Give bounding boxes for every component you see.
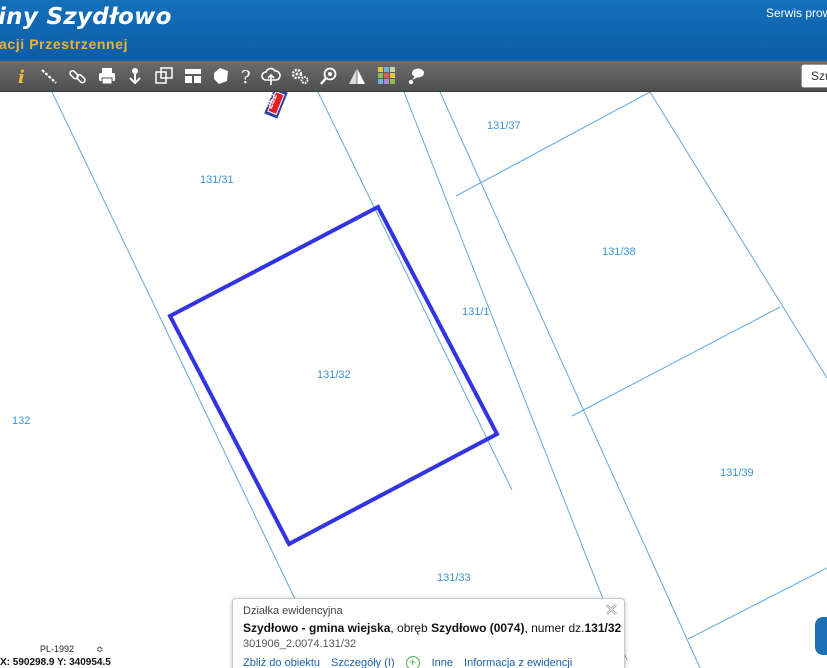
zoom-search-icon[interactable] (318, 65, 340, 87)
download-icon[interactable] (124, 65, 146, 87)
app-subtitle: acji Przestrzennej (0, 36, 129, 52)
parcel-label: 131/37 (487, 120, 521, 132)
panels-icon[interactable] (182, 65, 204, 87)
popup-title: Działka ewidencyjna (243, 605, 343, 617)
settings-icon[interactable] (289, 65, 311, 87)
comment-icon[interactable] (404, 65, 426, 87)
text-segment: , numer dz. (524, 621, 585, 635)
parcel-identifier: 301906_2.0074.131/32 (243, 638, 357, 650)
crs-select[interactable]: PL-1992 (40, 644, 74, 654)
svg-text:i: i (18, 67, 25, 86)
toolbar: i ? Szu (0, 61, 827, 92)
parcel-boundary (51, 92, 329, 668)
details-link[interactable]: Szczegóły (I) (331, 657, 395, 668)
close-icon[interactable] (605, 603, 618, 616)
cursor-coordinates: X: 590298.9 Y: 340954.5 (0, 657, 111, 668)
crs-caret-icon[interactable]: ≎ (96, 644, 104, 655)
parcel-label: 131/33 (437, 572, 471, 584)
header: iny Szydłowo acji Przestrzennej Serwis p… (0, 0, 827, 61)
registry-info-link[interactable]: Informacja z ewidencji (464, 657, 572, 668)
other-link[interactable]: Inne (432, 657, 453, 668)
print-icon[interactable] (96, 65, 118, 87)
search-input[interactable]: Szu (801, 64, 827, 88)
parcel-label: 131/32 (317, 369, 351, 381)
municipality-name: Szydłowo - gmina wiejska (243, 621, 391, 635)
popup-actions: Zbliż do obiektu Szczegóły (I) + Inne In… (243, 656, 614, 668)
service-link[interactable]: Serwis prowa (766, 6, 827, 20)
parcel-description: Szydłowo - gmina wiejska, obręb Szydłowo… (243, 621, 621, 635)
measure-distance-icon[interactable] (38, 65, 60, 87)
area-icon[interactable] (210, 65, 232, 87)
parcel-number: 131/32 (584, 621, 622, 635)
map-canvas[interactable]: 252 131/31 131/37 131/38 131/1 131/32 13… (0, 92, 827, 668)
svg-text:?: ? (241, 67, 251, 86)
cloud-upload-icon[interactable] (260, 65, 282, 87)
parcel-label: 131/39 (720, 467, 754, 479)
parcel-label: 132 (12, 415, 31, 427)
side-panel-button[interactable] (815, 617, 827, 655)
app-title: iny Szydłowo (0, 4, 172, 30)
text-segment: , obręb (390, 621, 432, 635)
feature-info-popup: Działka ewidencyjna Szydłowo - gmina wie… (232, 598, 625, 668)
color-grid-icon[interactable] (376, 65, 398, 87)
parcel-label: 131/31 (200, 174, 234, 186)
layout-icon[interactable] (153, 65, 175, 87)
link-icon[interactable] (67, 65, 89, 87)
help-icon[interactable]: ? (236, 65, 258, 87)
plus-icon[interactable]: + (405, 656, 420, 668)
sun-icon[interactable] (346, 65, 368, 87)
info-icon[interactable]: i (10, 65, 32, 87)
map-parcel-lines (51, 92, 827, 668)
precinct-name: Szydłowo (0074) (431, 621, 525, 635)
zoom-to-object-link[interactable]: Zbliż do obiektu (243, 657, 320, 668)
parcel-label: 131/1 (462, 306, 490, 318)
parcel-label: 131/38 (602, 246, 636, 258)
